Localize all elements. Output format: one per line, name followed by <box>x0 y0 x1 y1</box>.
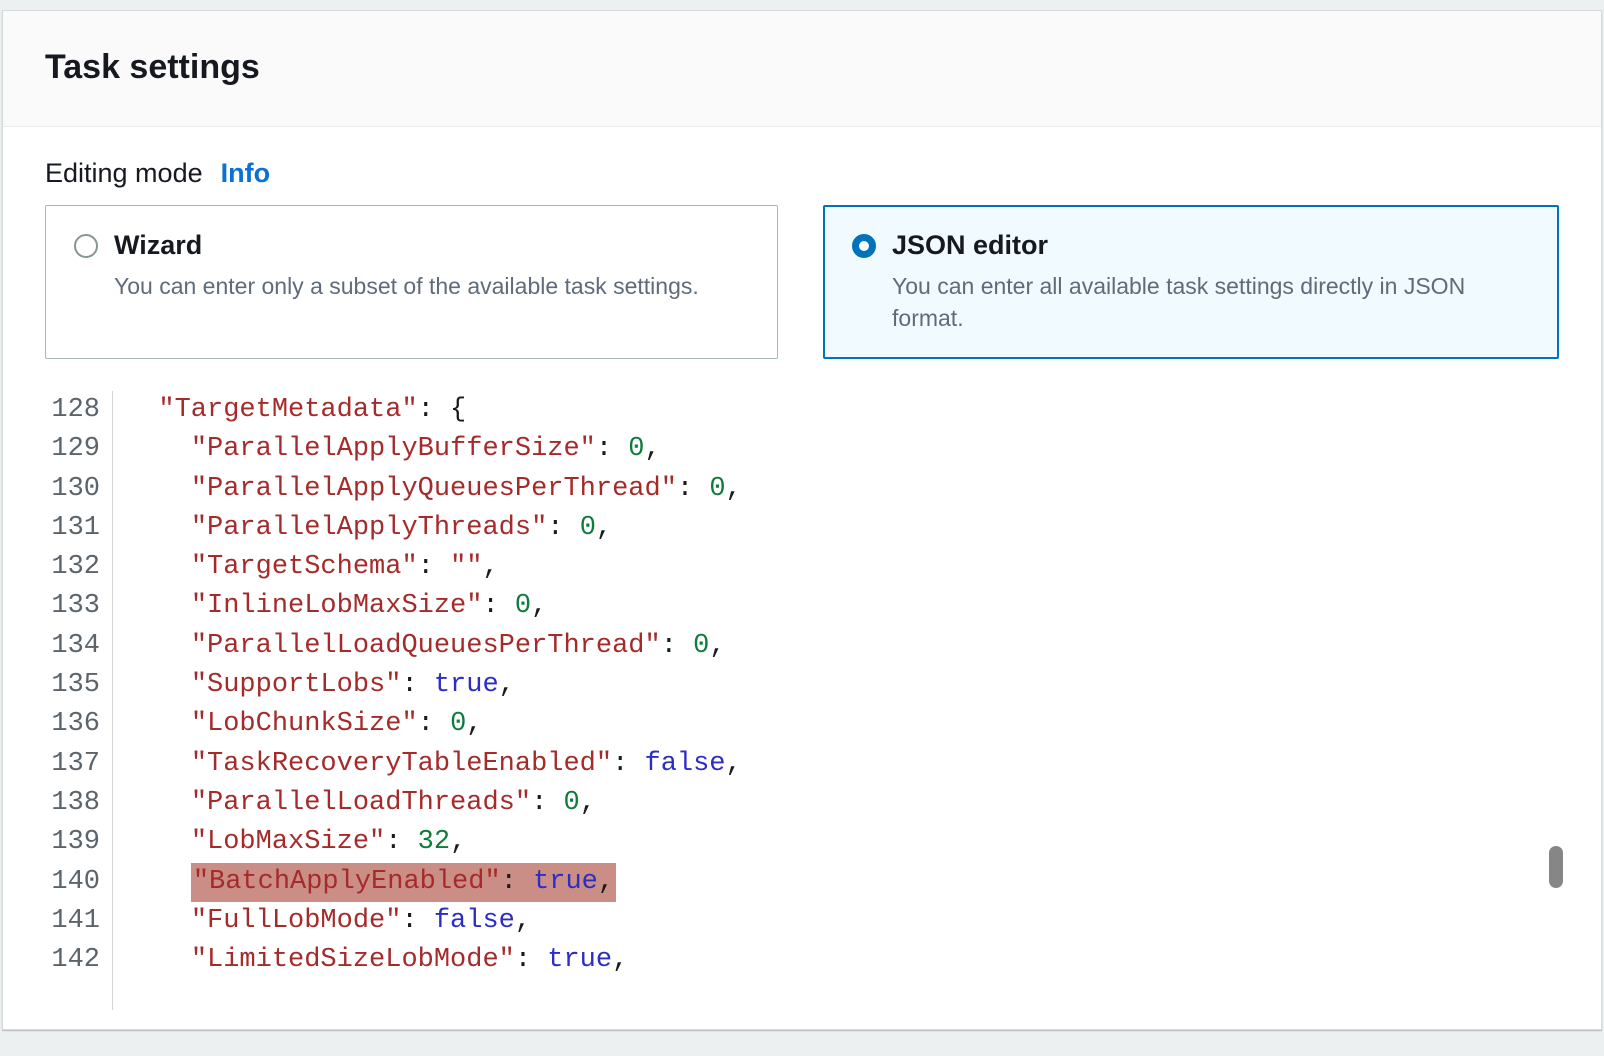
code-line: 136 "LobChunkSize": 0, <box>45 705 1567 744</box>
line-number: 134 <box>45 627 113 666</box>
wizard-option-header: Wizard <box>74 230 749 261</box>
panel-header: Task settings <box>3 11 1601 127</box>
line-number: 128 <box>45 391 113 430</box>
code-line-content: "ParallelLoadThreads": 0, <box>113 784 596 823</box>
editing-mode-options: Wizard You can enter only a subset of th… <box>45 205 1559 359</box>
json-editor[interactable]: 128 "TargetMetadata": {129 "ParallelAppl… <box>45 391 1567 1010</box>
code-line-content: "SupportLobs": true, <box>113 666 515 705</box>
code-line: 138 "ParallelLoadThreads": 0, <box>45 784 1567 823</box>
line-number: 140 <box>45 863 113 902</box>
code-line-content: "LimitedSizeLobMode": true, <box>113 941 628 980</box>
editing-mode-option-json-editor[interactable]: JSON editor You can enter all available … <box>823 205 1559 359</box>
wizard-option-description: You can enter only a subset of the avail… <box>114 270 746 302</box>
json-editor-radio-button[interactable] <box>852 234 876 258</box>
code-line-content: "ParallelApplyThreads": 0, <box>113 509 612 548</box>
gutter-extension <box>45 980 113 1010</box>
wizard-option-title: Wizard <box>114 230 202 261</box>
code-line-content: "FullLobMode": false, <box>113 902 531 941</box>
code-line-content: "TargetSchema": "", <box>113 548 499 587</box>
code-line: 142 "LimitedSizeLobMode": true, <box>45 941 1567 980</box>
line-number: 129 <box>45 430 113 469</box>
code-line-content: "TargetMetadata": { <box>113 391 466 430</box>
line-number: 141 <box>45 902 113 941</box>
info-link[interactable]: Info <box>221 158 270 188</box>
line-number: 139 <box>45 823 113 862</box>
editor-gutter-spacer <box>45 980 1567 1010</box>
code-line-content: "LobChunkSize": 0, <box>113 705 482 744</box>
json-editor-option-title: JSON editor <box>892 230 1048 261</box>
code-line: 131 "ParallelApplyThreads": 0, <box>45 509 1567 548</box>
code-line-content: "ParallelLoadQueuesPerThread": 0, <box>113 627 726 666</box>
wizard-radio-button[interactable] <box>74 234 98 258</box>
code-line-content: "BatchApplyEnabled": true, <box>113 863 616 902</box>
editor-scrollbar-thumb[interactable] <box>1549 846 1563 888</box>
panel-body: Editing mode Info Wizard You can enter on… <box>3 127 1601 1038</box>
code-line-content: "InlineLobMaxSize": 0, <box>113 587 547 626</box>
code-line: 137 "TaskRecoveryTableEnabled": false, <box>45 745 1567 784</box>
line-number: 135 <box>45 666 113 705</box>
code-line: 133 "InlineLobMaxSize": 0, <box>45 587 1567 626</box>
editing-mode-field-label-row: Editing mode Info <box>45 157 1559 189</box>
json-editor-option-header: JSON editor <box>852 230 1530 261</box>
task-settings-panel: Task settings Editing mode Info Wizard Yo… <box>2 10 1602 1030</box>
line-number: 133 <box>45 587 113 626</box>
code-line: 139 "LobMaxSize": 32, <box>45 823 1567 862</box>
code-line-content: "TaskRecoveryTableEnabled": false, <box>113 745 742 784</box>
line-number: 142 <box>45 941 113 980</box>
code-line-content: "LobMaxSize": 32, <box>113 823 466 862</box>
code-line-content: "ParallelApplyQueuesPerThread": 0, <box>113 470 742 509</box>
code-line: 129 "ParallelApplyBufferSize": 0, <box>45 430 1567 469</box>
code-line: 140 "BatchApplyEnabled": true, <box>45 863 1567 902</box>
code-line: 128 "TargetMetadata": { <box>45 391 1567 430</box>
line-number: 137 <box>45 745 113 784</box>
json-editor-lines: 128 "TargetMetadata": {129 "ParallelAppl… <box>45 391 1567 980</box>
code-line: 130 "ParallelApplyQueuesPerThread": 0, <box>45 470 1567 509</box>
line-number: 136 <box>45 705 113 744</box>
line-number: 132 <box>45 548 113 587</box>
editing-mode-option-wizard[interactable]: Wizard You can enter only a subset of th… <box>45 205 778 359</box>
code-line: 141 "FullLobMode": false, <box>45 902 1567 941</box>
highlighted-code: "BatchApplyEnabled": true, <box>191 863 616 902</box>
line-number: 138 <box>45 784 113 823</box>
code-line-content: "ParallelApplyBufferSize": 0, <box>113 430 661 469</box>
code-line: 132 "TargetSchema": "", <box>45 548 1567 587</box>
code-line: 135 "SupportLobs": true, <box>45 666 1567 705</box>
code-line: 134 "ParallelLoadQueuesPerThread": 0, <box>45 627 1567 666</box>
line-number: 131 <box>45 509 113 548</box>
line-number: 130 <box>45 470 113 509</box>
editing-mode-label: Editing mode <box>45 158 203 188</box>
panel-title: Task settings <box>45 47 1559 88</box>
json-editor-option-description: You can enter all available task setting… <box>892 270 1524 334</box>
